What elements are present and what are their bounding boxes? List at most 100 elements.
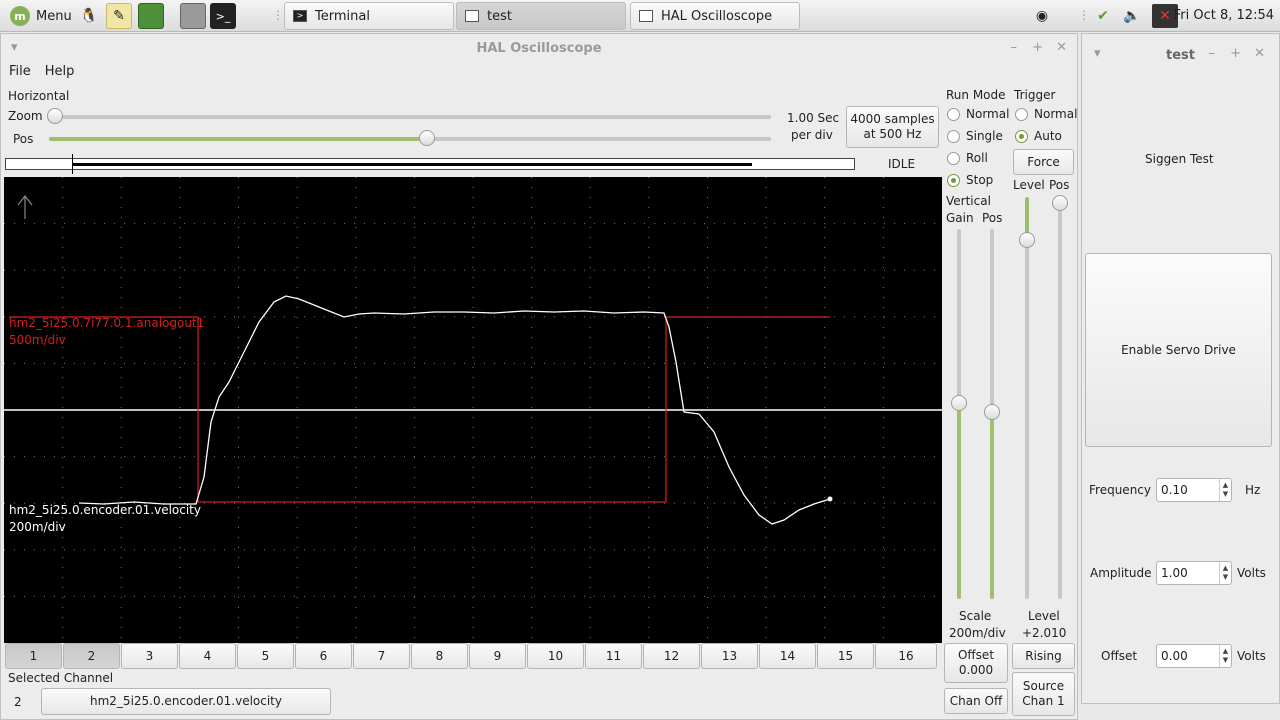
amplitude-spinbox[interactable]: 1.00 ▲ ▼ bbox=[1156, 561, 1232, 585]
horizontal-label: Horizontal bbox=[8, 89, 70, 103]
vertical-pos-handle[interactable] bbox=[984, 404, 1000, 420]
menubar: File Help bbox=[9, 64, 74, 79]
shield-check-icon[interactable]: ✔ bbox=[1090, 4, 1116, 28]
menu-label: Menu bbox=[36, 8, 72, 24]
force-button[interactable]: Force bbox=[1013, 149, 1074, 175]
minimize-icon[interactable]: – bbox=[1011, 40, 1018, 55]
task-terminal[interactable]: > Terminal bbox=[284, 2, 454, 30]
frequency-spinbox[interactable]: 0.10 ▲ ▼ bbox=[1156, 478, 1232, 502]
trigger-normal-label[interactable]: Normal bbox=[1034, 107, 1077, 121]
run-mode-roll-label[interactable]: Roll bbox=[966, 151, 988, 165]
task-label: Terminal bbox=[315, 8, 370, 24]
source-button[interactable]: Source Chan 1 bbox=[1012, 672, 1075, 716]
scale-value: 200m/div bbox=[949, 626, 1006, 640]
offset-line2: 0.000 bbox=[958, 663, 994, 677]
channel-button-14[interactable]: 14 bbox=[759, 643, 816, 669]
hal-oscilloscope-window: ▾ HAL Oscilloscope – + ✕ File Help Horiz… bbox=[0, 33, 1078, 720]
channel-button-3[interactable]: 3 bbox=[121, 643, 178, 669]
trigger-level-handle[interactable] bbox=[1019, 232, 1035, 248]
channel-button-5[interactable]: 5 bbox=[237, 643, 294, 669]
channel-button-9[interactable]: 9 bbox=[469, 643, 526, 669]
task-hal-oscilloscope[interactable]: HAL Oscilloscope bbox=[630, 2, 800, 30]
channel-button-7[interactable]: 7 bbox=[353, 643, 410, 669]
offset-spinbox[interactable]: 0.00 ▲ ▼ bbox=[1156, 644, 1232, 668]
close-icon[interactable]: ✕ bbox=[1056, 40, 1067, 55]
run-mode-single-radio[interactable] bbox=[947, 130, 960, 143]
scope-plot bbox=[4, 177, 942, 643]
enable-servo-drive-button[interactable]: Enable Servo Drive bbox=[1085, 253, 1272, 447]
red-channel-scale: 500m/div bbox=[9, 333, 66, 347]
maximize-icon[interactable]: + bbox=[1230, 46, 1241, 61]
channel-button-11[interactable]: 11 bbox=[585, 643, 642, 669]
channel-button-1[interactable]: 1 bbox=[5, 643, 62, 669]
trigger-pos-handle[interactable] bbox=[1052, 195, 1068, 211]
vertical-gain-handle[interactable] bbox=[951, 395, 967, 411]
channel-button-13[interactable]: 13 bbox=[701, 643, 758, 669]
channel-button-6[interactable]: 6 bbox=[295, 643, 352, 669]
run-mode-roll-radio[interactable] bbox=[947, 152, 960, 165]
vertical-gain-label: Gain bbox=[946, 211, 974, 225]
terminal-launcher-icon[interactable]: >_ bbox=[210, 3, 236, 29]
window-menu-icon[interactable]: ▾ bbox=[1094, 46, 1101, 61]
trigger-level-track[interactable] bbox=[1025, 197, 1029, 599]
close-icon[interactable]: ✕ bbox=[1254, 46, 1265, 61]
channel-button-16[interactable]: 16 bbox=[875, 643, 937, 669]
offset-button[interactable]: Offset 0.000 bbox=[944, 643, 1008, 683]
record-overview-window bbox=[72, 163, 752, 166]
channel-button-8[interactable]: 8 bbox=[411, 643, 468, 669]
chan-off-button[interactable]: Chan Off bbox=[944, 688, 1008, 714]
run-mode-normal-radio[interactable] bbox=[947, 108, 960, 121]
trigger-normal-radio[interactable] bbox=[1015, 108, 1028, 121]
maximize-icon[interactable]: + bbox=[1032, 40, 1043, 55]
menu-file[interactable]: File bbox=[9, 64, 31, 79]
trigger-auto-radio[interactable] bbox=[1015, 130, 1028, 143]
selected-channel-name-button[interactable]: hm2_5i25.0.encoder.01.velocity bbox=[41, 688, 331, 715]
disk-launcher-icon[interactable] bbox=[180, 3, 206, 29]
clock[interactable]: Fri Oct 8, 12:54 bbox=[1174, 8, 1274, 23]
trigger-auto-label[interactable]: Auto bbox=[1034, 129, 1062, 143]
level-value: +2.010 bbox=[1022, 626, 1067, 640]
amplitude-value: 1.00 bbox=[1161, 566, 1188, 580]
file-manager-launcher-icon[interactable] bbox=[138, 3, 164, 29]
white-channel-name: hm2_5i25.0.encoder.01.velocity bbox=[9, 503, 201, 517]
minimize-icon[interactable]: – bbox=[1209, 46, 1216, 61]
zoom-label: Zoom bbox=[8, 109, 43, 123]
run-mode-stop-radio[interactable] bbox=[947, 174, 960, 187]
task-test[interactable]: test bbox=[456, 2, 626, 30]
run-mode-stop-label[interactable]: Stop bbox=[966, 173, 993, 187]
trigger-pos-track[interactable] bbox=[1058, 197, 1062, 599]
samples-button[interactable]: 4000 samples at 500 Hz bbox=[846, 106, 939, 148]
channel-button-2[interactable]: 2 bbox=[63, 643, 120, 669]
zoom-slider-track[interactable] bbox=[49, 115, 771, 119]
record-overview-bar[interactable] bbox=[5, 154, 855, 174]
text-editor-launcher-icon[interactable]: ✎ bbox=[106, 3, 132, 29]
window-title: HAL Oscilloscope bbox=[476, 40, 602, 56]
run-mode-label: Run Mode bbox=[946, 88, 1006, 102]
channel-button-15[interactable]: 15 bbox=[817, 643, 874, 669]
selected-channel-label: Selected Channel bbox=[8, 671, 114, 685]
run-mode-single-label[interactable]: Single bbox=[966, 129, 1003, 143]
rising-button[interactable]: Rising bbox=[1012, 643, 1075, 669]
window-menu-icon[interactable]: ▾ bbox=[11, 40, 18, 55]
scope-display[interactable]: hm2_5i25.0.7i77.0.1.analogout1 500m/div … bbox=[4, 177, 942, 643]
menu-button[interactable]: m Menu bbox=[4, 4, 78, 28]
spin-arrows-icon[interactable]: ▲ ▼ bbox=[1219, 479, 1231, 501]
menu-help[interactable]: Help bbox=[45, 64, 75, 79]
channel-button-10[interactable]: 10 bbox=[527, 643, 584, 669]
samples-line2: at 500 Hz bbox=[863, 127, 922, 141]
frequency-label: Frequency bbox=[1089, 483, 1151, 497]
offset-label: Offset bbox=[1101, 649, 1138, 663]
channel-button-12[interactable]: 12 bbox=[643, 643, 700, 669]
spin-arrows-icon[interactable]: ▲ ▼ bbox=[1219, 562, 1231, 584]
pos-slider-handle[interactable] bbox=[419, 130, 435, 146]
status-text: IDLE bbox=[888, 157, 916, 171]
webcam-icon[interactable]: ◉ bbox=[1030, 4, 1054, 28]
tux-launcher-icon[interactable]: 🐧 bbox=[76, 3, 102, 29]
volume-icon[interactable]: 🔈 bbox=[1120, 4, 1144, 28]
run-mode-normal-label[interactable]: Normal bbox=[966, 107, 1009, 121]
channel-button-4[interactable]: 4 bbox=[179, 643, 236, 669]
scale-label: Scale bbox=[959, 609, 992, 623]
zoom-slider-handle[interactable] bbox=[47, 108, 63, 124]
pos-label: Pos bbox=[13, 132, 34, 146]
spin-arrows-icon[interactable]: ▲ ▼ bbox=[1219, 645, 1231, 667]
